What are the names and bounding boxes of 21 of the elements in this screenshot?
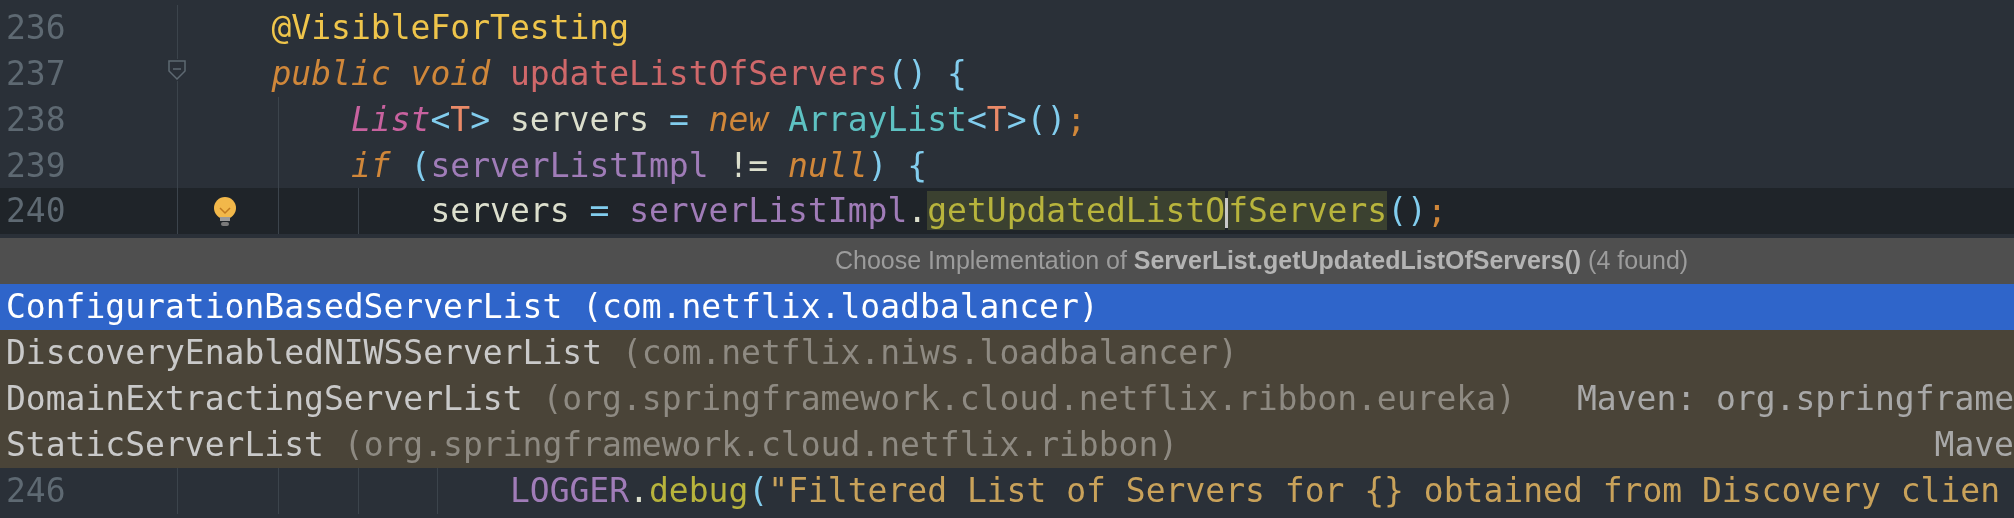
library-location: Mave [1934,425,2014,465]
code-text: if (serverListImpl != null) { [350,145,928,185]
code-text: LOGGER.debug("Filtered List of Servers for {} obtained from Discovery clien [509,471,2000,511]
library-location: Maven: org.springframe [1576,379,2014,419]
implementation-item[interactable]: DiscoveryEnabledNIWSServerList (com.netflix.niws.loadbalancer) [0,329,2014,376]
implementation-item[interactable]: ConfigurationBasedServerList (com.netflix.loadbalancer) [0,283,2014,330]
code-text: List<T> servers = new ArrayList<T>(); [350,99,1087,139]
line-number: 237 [6,54,66,94]
line-number: 238 [6,99,66,139]
implementation-item[interactable]: DomainExtractingServerList (org.springframework.cloud.netflix.ribbon.eureka) Maven: org.springframe [0,375,2014,422]
fold-icon[interactable] [167,58,187,81]
lightbulb-icon[interactable] [212,196,238,228]
line-number: 246 [6,471,66,511]
popup-title: Choose Implementation of ServerList.getUpdatedListOfServers() (4 found) [835,246,1689,276]
code-text: public void updateListOfServers() { [271,54,967,94]
line-number: 239 [6,145,66,185]
implementation-item[interactable]: StaticServerList (org.springframework.cloud.netflix.ribbon) Mave [0,421,2014,468]
code-text: servers = serverListImpl.getUpdatedListO fServers(); [430,191,1447,231]
line-number: 240 [6,191,66,231]
code-text: @VisibleForTesting [271,8,630,48]
line-number: 236 [6,8,66,48]
